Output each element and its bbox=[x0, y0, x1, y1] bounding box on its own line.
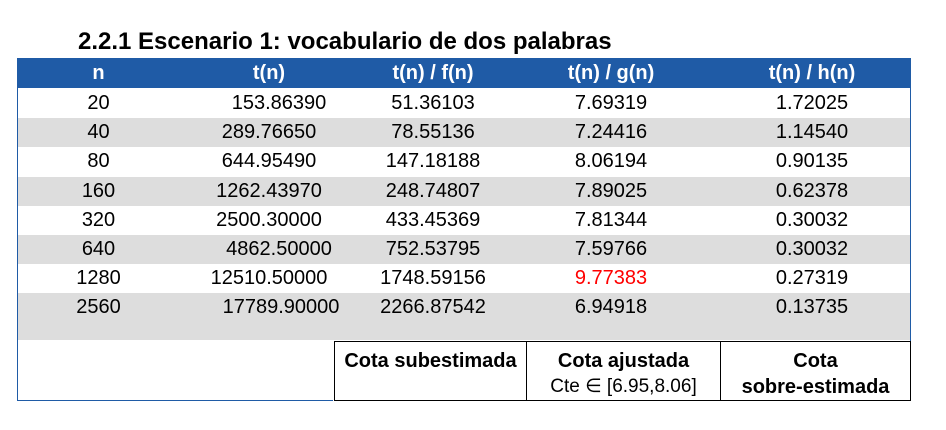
table-row: 20 153.86390 51.36103 7.69319 1.72025 bbox=[17, 89, 910, 119]
cell-t-h: 0.30032 bbox=[775, 238, 849, 261]
table-row: 320 2500.30000 433.45369 7.81344 0.30032 bbox=[17, 205, 910, 235]
table-row: 640 4862.50000 752.53795 7.59766 0.30032 bbox=[17, 234, 910, 265]
cell-t-f: 78.55136 bbox=[391, 121, 475, 144]
section-title: 2.2.1 Escenario 1: vocabulario de dos pa… bbox=[78, 28, 612, 55]
footer-over-label-line1: Cota bbox=[793, 350, 838, 372]
cell-n: 160 bbox=[81, 179, 116, 202]
cell-t: 17789.90000 bbox=[222, 296, 340, 319]
cell-t-g: 7.81344 bbox=[574, 208, 648, 231]
cell-t-g: 7.89025 bbox=[574, 179, 648, 202]
cell-t-f: 752.53795 bbox=[385, 238, 481, 261]
header-t: t(n) bbox=[252, 61, 286, 84]
table-bottom-border bbox=[17, 400, 333, 401]
cell-t: 289.76650 bbox=[221, 121, 317, 144]
table-spacer-row bbox=[17, 322, 910, 340]
cell-n: 80 bbox=[87, 150, 110, 173]
footer-sub-bound: Cota subestimada bbox=[335, 342, 527, 400]
bounds-footer: Cota subestimada Cota ajustada Cte ∈ [6.… bbox=[334, 341, 911, 401]
footer-over-bound: Cota sobre-estimada bbox=[721, 342, 910, 400]
table-header: n t(n) t(n) / f(n) t(n) / g(n) t(n) / h(… bbox=[17, 58, 910, 89]
cell-n: 40 bbox=[87, 121, 110, 144]
cell-n: 1280 bbox=[76, 267, 121, 290]
table-row: 80 644.95490 147.18188 8.06194 0.90135 bbox=[17, 147, 910, 177]
cell-n: 320 bbox=[81, 208, 116, 231]
header-t-g: t(n) / g(n) bbox=[567, 61, 655, 84]
results-table: n t(n) t(n) / f(n) t(n) / g(n) t(n) / h(… bbox=[17, 58, 910, 340]
cell-t: 2500.30000 bbox=[216, 208, 322, 231]
cell-t-h: 0.27319 bbox=[775, 267, 849, 290]
cell-t-f: 1748.59156 bbox=[380, 267, 486, 290]
cell-t-f: 2266.87542 bbox=[380, 296, 486, 319]
cell-t-g: 7.24416 bbox=[574, 121, 648, 144]
cell-n: 2560 bbox=[76, 296, 121, 319]
cell-t-h: 1.72025 bbox=[775, 92, 849, 115]
header-t-f: t(n) / f(n) bbox=[392, 61, 474, 84]
cell-t: 1262.43970 bbox=[216, 179, 322, 202]
footer-adjusted-constant: Cte ∈ [6.95,8.06] bbox=[550, 376, 697, 397]
cell-n: 20 bbox=[87, 92, 110, 115]
header-t-h: t(n) / h(n) bbox=[768, 61, 856, 84]
footer-sub-label: Cota subestimada bbox=[344, 350, 517, 372]
cell-t: 4862.50000 bbox=[226, 238, 332, 261]
cell-t-h: 0.62378 bbox=[775, 179, 849, 202]
cell-t-g: 7.69319 bbox=[574, 92, 648, 115]
cell-t-f: 51.36103 bbox=[391, 92, 475, 115]
footer-adjusted-bound: Cota ajustada Cte ∈ [6.95,8.06] bbox=[527, 342, 721, 400]
cell-t: 12510.50000 bbox=[210, 267, 328, 290]
cell-t: 644.95490 bbox=[221, 150, 317, 173]
footer-over-label-line2: sobre-estimada bbox=[741, 376, 890, 398]
cell-t-g-highlight: 9.77383 bbox=[574, 267, 648, 290]
table-row: 2560 17789.90000 2266.87542 6.94918 0.13… bbox=[17, 293, 910, 323]
cell-t-f: 433.45369 bbox=[385, 208, 481, 231]
cell-n: 640 bbox=[81, 238, 116, 261]
cell-t-g: 8.06194 bbox=[574, 150, 648, 173]
cell-t-h: 0.90135 bbox=[775, 150, 849, 173]
cell-t-g: 6.94918 bbox=[574, 296, 648, 319]
cell-t-h: 0.30032 bbox=[775, 208, 849, 231]
cell-t-g: 7.59766 bbox=[574, 238, 648, 261]
footer-adjusted-label: Cota ajustada bbox=[557, 350, 690, 372]
table-right-border bbox=[910, 58, 911, 341]
cell-t-h: 0.13735 bbox=[775, 296, 849, 319]
table-left-border bbox=[17, 58, 18, 400]
cell-t-f: 147.18188 bbox=[385, 150, 481, 173]
table-row: 160 1262.43970 248.74807 7.89025 0.62378 bbox=[17, 176, 910, 206]
table-row: 40 289.76650 78.55136 7.24416 1.14540 bbox=[17, 118, 910, 148]
cell-t: 153.86390 bbox=[231, 92, 327, 115]
cell-t-h: 1.14540 bbox=[775, 121, 849, 144]
cell-t-f: 248.74807 bbox=[385, 179, 481, 202]
header-n: n bbox=[92, 61, 105, 84]
table-row: 1280 12510.50000 1748.59156 9.77383 0.27… bbox=[17, 264, 910, 294]
